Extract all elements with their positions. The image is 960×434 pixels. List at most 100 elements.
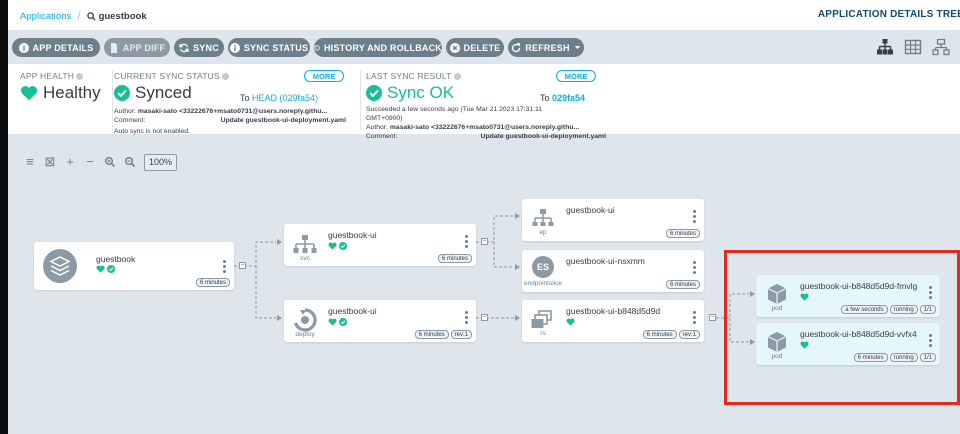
node-kind: pod xyxy=(771,353,783,360)
history-rollback-button[interactable]: HISTORY AND ROLLBACK xyxy=(314,38,442,57)
breadcrumb-applications-link[interactable]: Applications xyxy=(20,11,71,22)
node-name: guestbook-ui-nsxmm xyxy=(566,256,645,266)
node-menu-button[interactable] xyxy=(465,311,468,324)
node-name: guestbook-ui xyxy=(328,230,377,240)
state-tag: running xyxy=(889,353,918,362)
arrow-head xyxy=(515,264,520,270)
node-endpointslice[interactable]: ES endpointslice guestbook-ui-nsxmm 6 mi… xyxy=(522,250,704,292)
delete-icon xyxy=(449,42,460,53)
toolbar: APP DETAILS APP DIFF SYNC SYNC STATUS HI… xyxy=(8,30,960,64)
node-menu-button[interactable] xyxy=(929,286,932,299)
node-status-icons xyxy=(800,341,809,349)
node-tags: 6 minutes rev:1 xyxy=(414,330,472,339)
collapse-toggle[interactable]: − xyxy=(709,314,716,321)
node-name: guestbook-ui xyxy=(566,205,615,215)
expand-all-icon[interactable]: + xyxy=(64,155,76,168)
zoom-in-icon[interactable] xyxy=(104,156,116,168)
section-divider xyxy=(360,70,361,130)
help-icon[interactable] xyxy=(453,73,461,81)
node-pod[interactable]: pod guestbook-ui-b848d5d9d-fmvlg a few s… xyxy=(756,275,940,317)
node-menu-button[interactable] xyxy=(693,311,696,324)
node-deployment[interactable]: deploy guestbook-ui − 6 minutes rev:1 xyxy=(284,300,488,342)
node-replicaset[interactable]: rs guestbook-ui-b848d5d9d − 6 minutes re… xyxy=(522,300,716,342)
last-sync-author-line: Author: masaki-sato <33222676+msato0731@… xyxy=(366,123,606,132)
age-tag: 6 minutes xyxy=(665,280,700,289)
app-health-heading: APP HEALTH xyxy=(20,71,112,81)
revision-tag: rev:1 xyxy=(450,330,472,339)
heart-icon xyxy=(328,242,337,250)
collapse-toggle[interactable]: − xyxy=(481,314,488,321)
network-view-icon[interactable] xyxy=(932,38,950,56)
tree-view-icon[interactable] xyxy=(876,38,894,56)
app-diff-label: APP DIFF xyxy=(122,42,166,53)
app-health-label: APP HEALTH xyxy=(20,71,75,81)
ready-tag: 1/1 xyxy=(919,353,936,362)
heart-icon xyxy=(566,318,575,326)
last-sync-revision-link[interactable]: 029fa54 xyxy=(552,93,585,103)
collapse-toggle[interactable]: − xyxy=(239,262,246,269)
node-tags: a few seconds running 1/1 xyxy=(841,305,936,314)
last-sync-value: Sync OK xyxy=(387,83,455,102)
help-icon[interactable] xyxy=(76,73,84,81)
delete-label: DELETE xyxy=(463,42,501,53)
search-icon xyxy=(86,11,96,21)
node-name: guestbook-ui-b848d5d9d xyxy=(566,306,661,316)
zoom-level[interactable]: 100% xyxy=(144,153,178,171)
check-circle-icon xyxy=(366,85,382,101)
refresh-label: REFRESH xyxy=(525,42,570,53)
sync-author-label: Author: xyxy=(114,108,136,115)
node-kind: endpointslice xyxy=(524,280,562,287)
app-details-button[interactable]: APP DETAILS xyxy=(12,38,100,57)
filter-list-icon[interactable]: ≡ xyxy=(24,155,36,168)
node-menu-button[interactable] xyxy=(465,235,468,248)
sync-comment-line: Comment: Update guestbook-ui-deployment.y… xyxy=(114,116,346,125)
node-endpoints[interactable]: ep guestbook-ui 6 minutes xyxy=(522,199,704,241)
node-tags: 6 minutes xyxy=(665,280,700,289)
sync-author-line: Author: masaki-sato <33222676+msato0731@… xyxy=(114,107,346,116)
node-name: guestbook-ui-b848d5d9d-fmvlg xyxy=(800,281,918,291)
node-tags: 6 minutes rev:1 xyxy=(642,330,700,339)
file-icon xyxy=(110,42,117,53)
ready-tag: 1/1 xyxy=(919,305,936,314)
sync-target-revision: To HEAD (029fa54) xyxy=(240,93,318,103)
sync-author: masaki-sato <33222676+msato0731@users.no… xyxy=(137,108,328,115)
grid-view-icon[interactable] xyxy=(904,38,922,56)
sync-status-button[interactable]: SYNC STATUS xyxy=(228,38,310,57)
node-menu-button[interactable] xyxy=(693,210,696,223)
node-menu-button[interactable] xyxy=(693,261,696,274)
node-application[interactable]: guestbook − 6 minutes xyxy=(34,242,246,290)
node-menu-button[interactable] xyxy=(929,334,932,347)
fit-view-icon[interactable]: ⊠ xyxy=(44,155,56,168)
top-bar: Applications / guestbook APPLICATION DET… xyxy=(8,0,960,30)
app-frame: Applications / guestbook APPLICATION DET… xyxy=(8,0,960,434)
refresh-button[interactable]: REFRESH xyxy=(508,38,584,57)
age-tag: 6 minutes xyxy=(853,353,888,362)
edge-svc-endpointslice xyxy=(493,242,514,268)
node-service[interactable]: svc guestbook-ui − 6 minutes xyxy=(284,224,488,266)
check-circle-icon xyxy=(107,265,115,273)
node-tags: 6 minutes xyxy=(665,229,700,238)
sync-label: SYNC xyxy=(193,42,219,53)
help-icon[interactable] xyxy=(221,73,229,81)
zoom-out-icon[interactable] xyxy=(124,156,136,168)
node-tags: 6 minutes xyxy=(437,254,472,263)
last-sync-author: masaki-sato <33222676+msato0731@users.no… xyxy=(389,124,580,131)
last-sync-more-button[interactable]: MORE xyxy=(556,70,596,82)
delete-button[interactable]: DELETE xyxy=(446,38,504,57)
collapse-toggle[interactable]: − xyxy=(481,238,488,245)
node-menu-button[interactable] xyxy=(223,260,226,273)
last-sync-author-label: Author: xyxy=(366,124,388,131)
sync-status-more-button[interactable]: MORE xyxy=(304,70,344,82)
node-status-icons xyxy=(566,318,575,326)
sync-button[interactable]: SYNC xyxy=(174,38,224,57)
last-sync-gmt: GMT+0900) xyxy=(366,115,403,122)
collapse-all-icon[interactable]: − xyxy=(84,155,96,168)
sync-revision-link[interactable]: HEAD (029fa54) xyxy=(252,93,318,103)
info-icon xyxy=(18,42,29,53)
sync-status-label: CURRENT SYNC STATUS xyxy=(114,71,220,81)
app-health-value: Healthy xyxy=(43,83,101,102)
sync-icon xyxy=(179,43,189,52)
node-pod[interactable]: pod guestbook-ui-b848d5d9d-vvfx4 6 minut… xyxy=(756,323,940,365)
app-diff-button[interactable]: APP DIFF xyxy=(104,38,170,57)
history-icon xyxy=(314,45,320,50)
